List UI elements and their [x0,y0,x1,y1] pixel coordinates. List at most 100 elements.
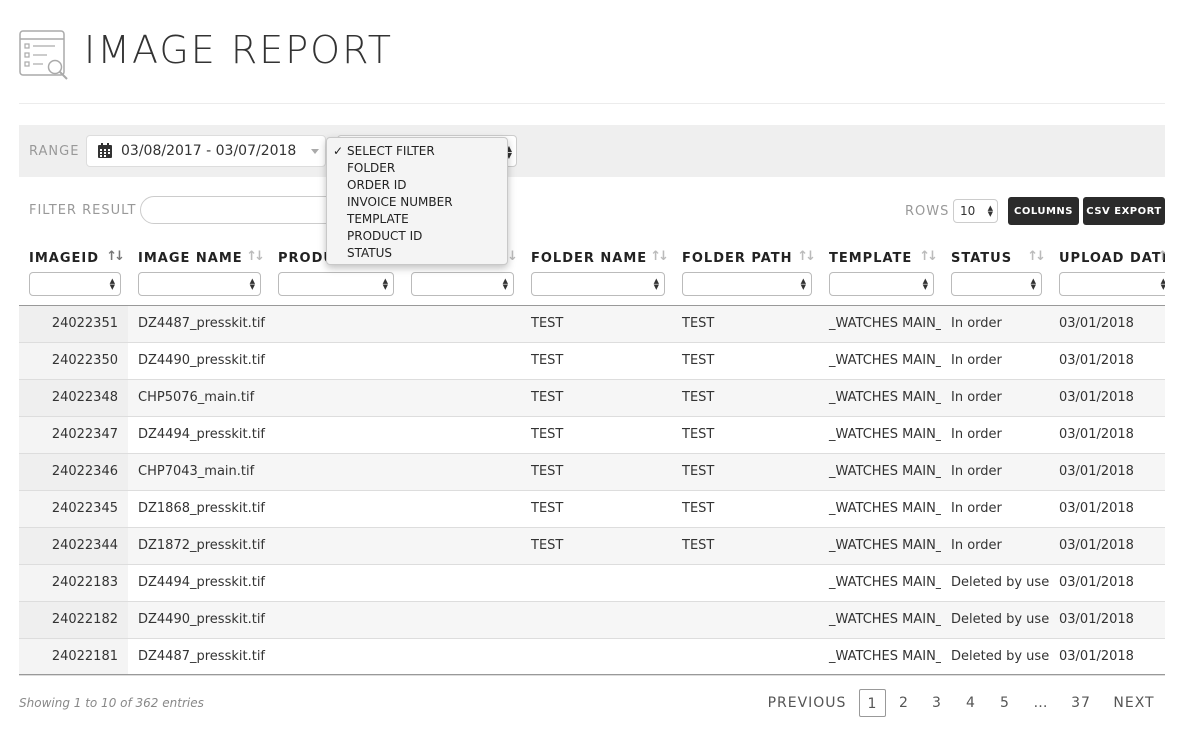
column-header[interactable]: FOLDER PATH ↑↓ [672,240,819,268]
table-cell: _WATCHES MAIN_ [819,564,941,602]
column-header-label: IMAGE NAME [138,250,243,266]
table-row[interactable]: 24022181 DZ4487_presskit.tif _WATCHES MAIN… [19,638,1165,676]
column-filter-select[interactable]: ▲ ▼ [829,272,934,297]
sort-icon[interactable]: ↑↓ [919,249,938,264]
table-cell: DZ1868_presskit.tif [128,490,268,528]
column-filter-select[interactable]: ▲ ▼ [682,272,812,297]
column-filter-select[interactable]: ▲ ▼ [531,272,665,297]
table-cell: _WATCHES MAIN_ [819,638,941,676]
select-arrows-icon: ▲ ▼ [1160,277,1165,292]
table-cell [268,490,401,528]
column-header-label: STATUS [951,250,1013,266]
table-row[interactable]: 24022351 DZ4487_presskit.tif TEST TEST _WATC… [19,305,1165,343]
table-cell: 24022183 [19,564,128,602]
table-cell [521,638,672,676]
column-header[interactable]: IMAGEID ↑↓ [19,240,128,268]
filter-option-select-filter[interactable]: ✓ SELECT FILTER [327,143,507,160]
column-filter-cell: ▲ ▼ [521,268,672,306]
table-cell: 03/01/2018 [1049,490,1165,528]
table-row[interactable]: 24022344 DZ1872_presskit.tif TEST TEST _WATC… [19,527,1165,565]
select-arrows-icon: ▲ ▼ [502,277,508,292]
sort-icon[interactable]: ↑↓ [1027,249,1046,264]
filter-option-order-id[interactable]: ORDER ID [327,177,507,194]
select-arrows-icon: ▲ ▼ [1030,277,1036,292]
filter-option-status[interactable]: STATUS [327,245,507,262]
table-cell: TEST [521,342,672,380]
column-filter-select[interactable]: ▲ ▼ [411,272,514,297]
table-cell: DZ1872_presskit.tif [128,527,268,565]
table-row[interactable]: 24022346 CHP7043_main.tif TEST TEST _WATCHES… [19,453,1165,491]
table-cell: TEST [672,490,819,528]
rows-per-page-select[interactable]: 10 ▲ ▼ [953,199,998,223]
filter-option-template[interactable]: TEMPLATE [327,211,507,228]
column-filter-select[interactable]: ▲ ▼ [1059,272,1165,297]
table-cell: 24022347 [19,416,128,454]
previous-page-button[interactable]: PREVIOUS [766,689,848,717]
sort-icon[interactable]: ↑↓ [650,249,669,264]
table-cell: DZ4487_presskit.tif [128,305,268,343]
column-header[interactable]: TEMPLATE ↑↓ [819,240,941,268]
table-cell: _WATCHES MAIN_ [819,342,941,380]
select-arrows-icon: ▲ ▼ [987,204,993,218]
column-filter-select[interactable]: ▲ ▼ [278,272,394,297]
table-row[interactable]: 24022350 DZ4490_presskit.tif TEST TEST _WATC… [19,342,1165,380]
columns-button[interactable]: COLUMNS [1008,197,1079,225]
table-cell: CHP7043_main.tif [128,453,268,491]
table-cell: In order [941,453,1049,491]
column-filter-select[interactable]: ▲ ▼ [29,272,121,297]
table-cell: 03/01/2018 [1049,342,1165,380]
page-button-4[interactable]: 4 [960,689,982,717]
table-row[interactable]: 24022348 CHP5076_main.tif TEST TEST _WATCHES… [19,379,1165,417]
next-page-button[interactable]: NEXT [1108,689,1160,717]
page-button-37[interactable]: 37 [1068,689,1094,717]
table-cell: TEST [672,379,819,417]
table-bottom-rule [19,674,1165,675]
page-button-1[interactable]: 1 [859,689,886,717]
page-button-2[interactable]: 2 [893,689,915,717]
rows-value: 10 [960,204,976,218]
column-filter-select[interactable]: ▲ ▼ [951,272,1042,297]
table-cell: In order [941,379,1049,417]
page-button-5[interactable]: 5 [994,689,1016,717]
date-range-picker[interactable]: 03/08/2017 - 03/07/2018 [86,135,326,167]
select-arrows-icon: ▲ ▼ [800,277,806,292]
column-header[interactable]: STATUS ↑↓ [941,240,1049,268]
table-row[interactable]: 24022183 DZ4494_presskit.tif _WATCHES MAIN… [19,564,1165,602]
sort-icon[interactable]: ↑↓ [797,249,816,264]
table-row[interactable]: 24022347 DZ4494_presskit.tif TEST TEST _WATC… [19,416,1165,454]
table-cell [401,379,521,417]
table-row[interactable]: 24022345 DZ1868_presskit.tif TEST TEST _WATC… [19,490,1165,528]
page-button-3[interactable]: 3 [926,689,948,717]
table-cell: _WATCHES MAIN_ [819,379,941,417]
column-header[interactable]: IMAGE NAME ↑↓ [128,240,268,268]
column-filter-select[interactable]: ▲ ▼ [138,272,261,297]
table-cell [672,638,819,676]
table-body: 24022351 DZ4487_presskit.tif TEST TEST _WATC… [19,305,1165,676]
sort-icon[interactable]: ↑↓ [246,249,265,264]
table-cell: DZ4490_presskit.tif [128,342,268,380]
table-cell: TEST [521,379,672,417]
filter-option-folder[interactable]: FOLDER [327,160,507,177]
table-cell: DZ4487_presskit.tif [128,638,268,676]
table-cell: 24022345 [19,490,128,528]
filter-option-product-id[interactable]: PRODUCT ID [327,228,507,245]
table-cell: In order [941,305,1049,343]
table-row[interactable]: 24022182 DZ4490_presskit.tif _WATCHES MAIN… [19,601,1165,639]
table-cell: 03/01/2018 [1049,601,1165,639]
select-arrows-icon: ▲ ▼ [653,277,659,292]
table-cell: TEST [521,305,672,343]
column-header[interactable]: UPLOAD DATE↑↓ [1049,240,1165,268]
table-cell: Deleted by user [941,638,1049,676]
table-cell [521,601,672,639]
filter-option-invoice-number[interactable]: INVOICE NUMBER [327,194,507,211]
table-cell: DZ4494_presskit.tif [128,564,268,602]
table-cell: 03/01/2018 [1049,638,1165,676]
csv-export-button[interactable]: CSV EXPORT [1083,197,1165,225]
column-header[interactable]: FOLDER NAME ↑↓ [521,240,672,268]
filter-result-input[interactable] [140,196,340,224]
sort-icon[interactable]: ↑↓ [106,249,125,264]
table-cell: In order [941,527,1049,565]
table-cell [401,527,521,565]
sort-icon[interactable]: ↑↓ [1157,249,1165,264]
page-header [19,26,69,82]
